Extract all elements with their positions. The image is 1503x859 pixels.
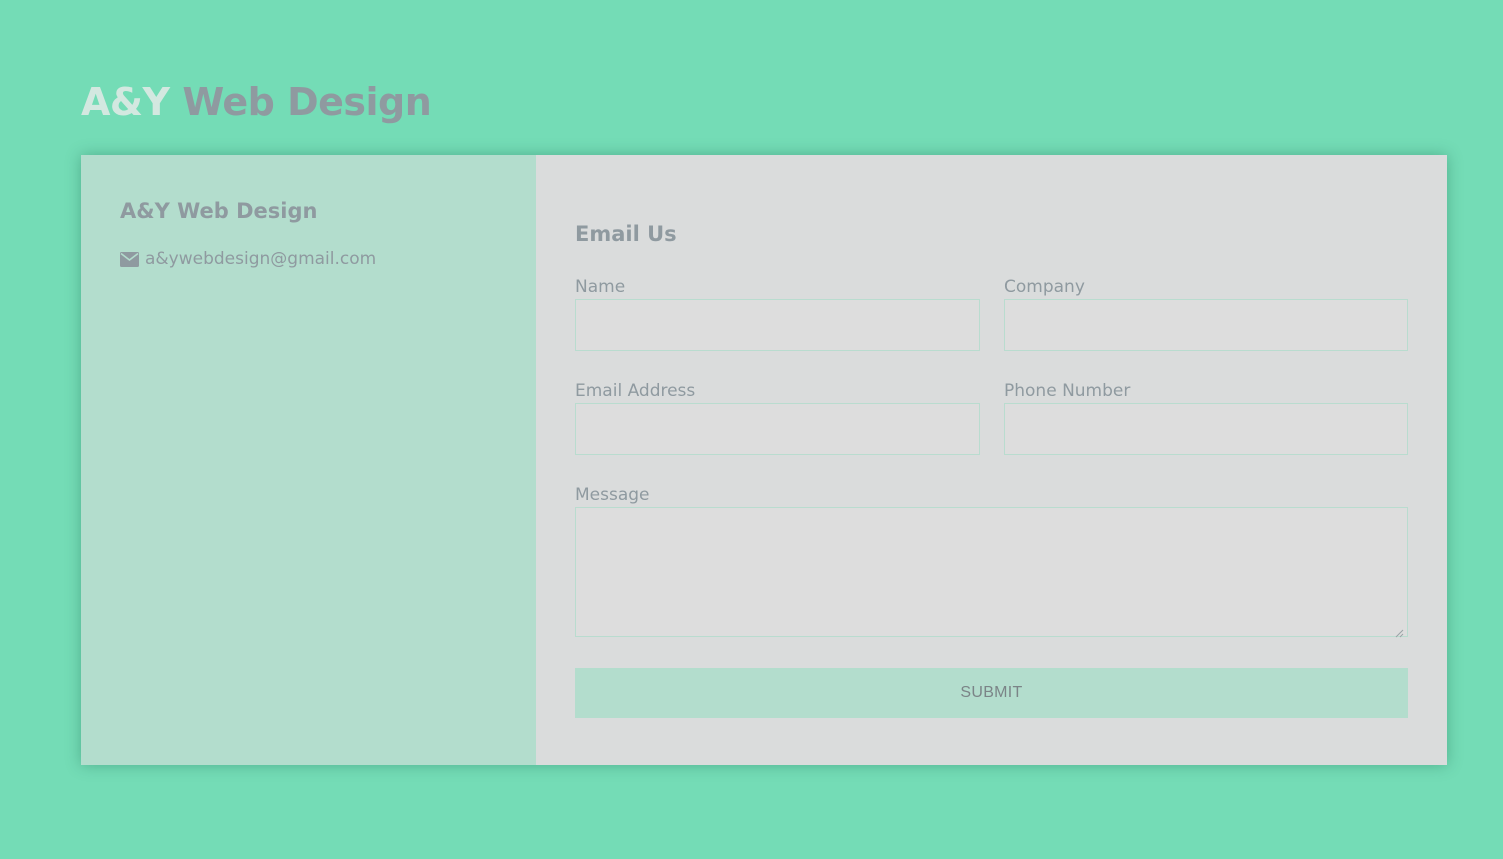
form-title: Email Us bbox=[575, 222, 677, 246]
company-field-group: Company bbox=[1004, 277, 1408, 351]
submit-button[interactable]: SUBMIT bbox=[575, 668, 1408, 718]
company-info-panel: A&Y Web Design a&ywebdesign@gmail.com bbox=[81, 155, 536, 765]
contact-form-panel: Email Us Name Company Email Address Phon… bbox=[536, 155, 1447, 765]
envelope-icon bbox=[120, 251, 139, 267]
company-label: Company bbox=[1004, 277, 1085, 297]
company-name: A&Y Web Design bbox=[120, 199, 318, 223]
email-input[interactable] bbox=[575, 403, 980, 455]
email-label: Email Address bbox=[575, 381, 696, 401]
name-label: Name bbox=[575, 277, 626, 297]
email-field-group: Email Address bbox=[575, 381, 980, 455]
company-email[interactable]: a&ywebdesign@gmail.com bbox=[145, 249, 376, 269]
contact-form: Name Company Email Address Phone Number … bbox=[575, 277, 1408, 638]
brand-prefix: A&Y bbox=[81, 80, 170, 124]
brand-suffix: Web Design bbox=[182, 80, 432, 124]
phone-input[interactable] bbox=[1004, 403, 1408, 455]
message-label: Message bbox=[575, 485, 650, 505]
message-textarea[interactable] bbox=[575, 507, 1408, 638]
company-input[interactable] bbox=[1004, 299, 1408, 351]
name-field-group: Name bbox=[575, 277, 980, 351]
company-email-row: a&ywebdesign@gmail.com bbox=[120, 249, 536, 269]
name-input[interactable] bbox=[575, 299, 980, 351]
contact-card: A&Y Web Design a&ywebdesign@gmail.com Em… bbox=[81, 155, 1447, 765]
message-field-group: Message bbox=[575, 485, 1408, 638]
phone-label: Phone Number bbox=[1004, 381, 1131, 401]
phone-field-group: Phone Number bbox=[1004, 381, 1408, 455]
resize-handle-icon[interactable] bbox=[1394, 623, 1404, 638]
page-title: A&Y Web Design bbox=[81, 78, 432, 126]
